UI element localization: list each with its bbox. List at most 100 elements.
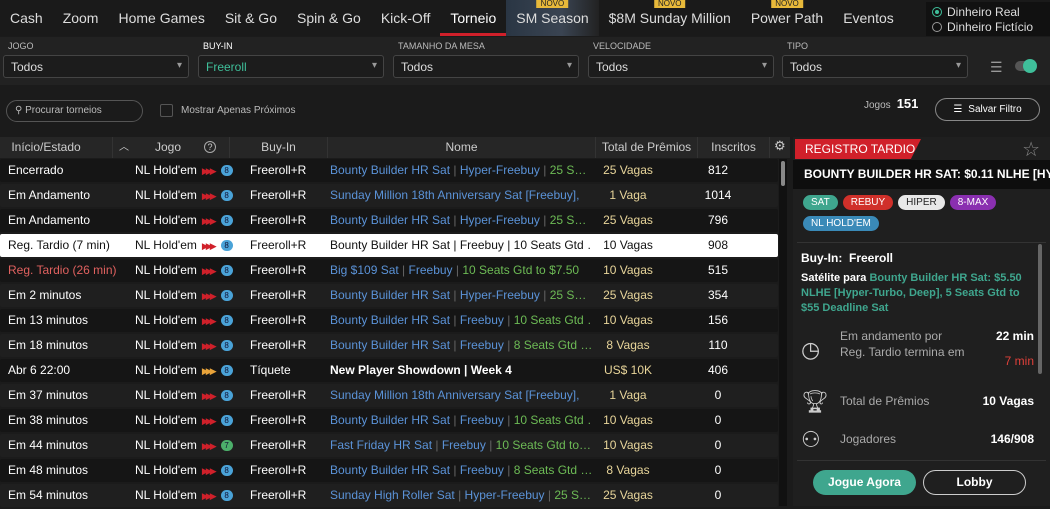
col-name[interactable]: Nome bbox=[328, 137, 596, 158]
table-row[interactable]: Reg. Tardio (7 min) NL Hold'em ▶▶▶ 8 Freerol… bbox=[0, 234, 778, 257]
table-header: Início/Estado ︿ Jogo? Buy-In Nome Total … bbox=[0, 137, 790, 158]
speed-filter-select[interactable]: Todos bbox=[588, 55, 774, 78]
table-size-filter-select[interactable]: Todos bbox=[393, 55, 579, 78]
table-size-badge: 8 bbox=[220, 415, 233, 426]
name-segment: 25 S… bbox=[549, 288, 587, 302]
filter-icon[interactable]: ☰ bbox=[990, 59, 1003, 76]
col-prize[interactable]: Total de Prêmios bbox=[596, 137, 698, 158]
name-cell[interactable]: New Player Showdown | Week 4 bbox=[330, 359, 592, 382]
sort-asc-icon[interactable]: ︿ bbox=[119, 137, 129, 158]
buyin-filter-select[interactable]: Freeroll bbox=[198, 55, 384, 78]
col-status[interactable]: Início/Estado bbox=[0, 137, 113, 158]
table-row[interactable]: Em 48 minutos NL Hold'em ▶▶▶ 8 Freeroll+R Bou… bbox=[0, 459, 778, 482]
table-row[interactable]: Em 2 minutos NL Hold'em ▶▶▶ 8 Freeroll+R Boun… bbox=[0, 284, 778, 307]
name-cell[interactable]: Sunday Million 18th Anniversary Sat [Fre… bbox=[330, 384, 592, 407]
name-cell[interactable]: Bounty Builder HR Sat | Freebuy | 10 Sea… bbox=[330, 409, 592, 432]
table-row[interactable]: Em 54 minutos NL Hold'em ▶▶▶ 8 Freeroll+R Sun… bbox=[0, 484, 778, 507]
name-cell[interactable]: Bounty Builder HR Sat | Hyper-Freebuy | … bbox=[330, 209, 592, 232]
game-cell: NL Hold'em ▶▶▶ 8 bbox=[135, 259, 233, 283]
col-game[interactable]: Jogo? bbox=[134, 137, 230, 158]
settings-gear-icon[interactable]: ⚙ bbox=[774, 138, 786, 154]
buyin-cell: Freeroll+R bbox=[250, 338, 307, 352]
status-cell: Em 13 minutos bbox=[8, 313, 89, 327]
name-segment: 25 S… bbox=[549, 213, 587, 227]
table-row[interactable]: Em 37 minutos NL Hold'em ▶▶▶ 8 Freeroll+R Sun… bbox=[0, 384, 778, 407]
radio-label: Dinheiro Fictício bbox=[947, 19, 1034, 34]
table-row[interactable]: Em 44 minutos NL Hold'em ▶▶▶ 7 Freeroll+R Fas… bbox=[0, 434, 778, 457]
help-icon[interactable]: ? bbox=[204, 141, 216, 153]
tab-zoom[interactable]: Zoom bbox=[53, 0, 109, 36]
table-row[interactable]: Abr 6 22:00 NL Hold'em ▶▶▶ 8 Tíquete New Play… bbox=[0, 359, 778, 382]
game-name: NL Hold'em bbox=[135, 313, 197, 327]
status-cell: Em 37 minutos bbox=[8, 388, 89, 402]
name-segment: | bbox=[452, 263, 463, 277]
game-filter-select[interactable]: Todos bbox=[3, 55, 189, 78]
name-cell[interactable]: Big $109 Sat | Freebuy | 10 Seats Gtd to… bbox=[330, 259, 592, 282]
divider bbox=[797, 460, 1046, 461]
search-input[interactable]: ⚲ Procurar torneios bbox=[6, 100, 143, 122]
radio-play-money[interactable]: Dinheiro Fictício bbox=[932, 19, 1044, 34]
game-name: NL Hold'em bbox=[135, 263, 197, 277]
speed-arrows-icon: ▶▶▶ bbox=[201, 166, 217, 176]
table-row[interactable]: Em 38 minutos NL Hold'em ▶▶▶ 8 Freeroll+R Bou… bbox=[0, 409, 778, 432]
show-next-checkbox[interactable]: Mostrar Apenas Próximos bbox=[160, 104, 296, 117]
prize-cell: 10 Vagas bbox=[603, 313, 653, 327]
table-row[interactable]: Em 13 minutos NL Hold'em ▶▶▶ 8 Freeroll+R Bou… bbox=[0, 309, 778, 332]
name-segment: Bounty Builder HR Sat bbox=[330, 163, 451, 177]
game-name: NL Hold'em bbox=[135, 338, 197, 352]
tab-sm-season[interactable]: SM Season NOVO bbox=[506, 0, 599, 36]
favorite-star-icon[interactable]: ☆ bbox=[1022, 137, 1040, 162]
name-segment: Hyper-Freebuy bbox=[459, 163, 540, 177]
filter-label: TAMANHO DA MESA bbox=[398, 41, 485, 51]
table-size-badge: 8 bbox=[220, 265, 233, 276]
status-cell: Em 38 minutos bbox=[8, 413, 89, 427]
table-row[interactable]: Em 18 minutos NL Hold'em ▶▶▶ 8 Freeroll+R Bou… bbox=[0, 334, 778, 357]
tab-eventos[interactable]: Eventos bbox=[833, 0, 904, 36]
name-segment: Bounty Builder HR Sat bbox=[330, 213, 451, 227]
tab-cash[interactable]: Cash bbox=[0, 0, 53, 36]
col-entries[interactable]: Inscritos bbox=[698, 137, 770, 158]
name-cell[interactable]: Bounty Builder HR Sat | Freebuy | 8 Seat… bbox=[330, 334, 592, 357]
filter-toggle[interactable] bbox=[1015, 59, 1037, 73]
name-cell[interactable]: Sunday High Roller Sat | Hyper-Freebuy |… bbox=[330, 484, 592, 507]
radio-real-money[interactable]: Dinheiro Real bbox=[932, 4, 1044, 19]
lobby-button[interactable]: Lobby bbox=[923, 470, 1026, 495]
name-segment: Hyper-Freebuy bbox=[459, 213, 540, 227]
table-scrollbar[interactable] bbox=[779, 159, 787, 506]
tab-power-path[interactable]: Power Path NOVO bbox=[741, 0, 833, 36]
name-cell[interactable]: Bounty Builder HR Sat | Freebuy | 10 Sea… bbox=[330, 309, 592, 332]
buyin-cell: Freeroll+R bbox=[250, 438, 307, 452]
tab-spin-go[interactable]: Spin & Go bbox=[287, 0, 371, 36]
buyin-cell: Freeroll+R bbox=[250, 163, 307, 177]
name-segment: 25 S… bbox=[554, 488, 592, 502]
table-row[interactable]: Em Andamento NL Hold'em ▶▶▶ 8 Freeroll+R Sund… bbox=[0, 184, 778, 207]
money-mode-group: Dinheiro Real Dinheiro Fictício bbox=[926, 2, 1050, 36]
game-cell: NL Hold'em ▶▶▶ 8 bbox=[135, 209, 233, 233]
tab-home-games[interactable]: Home Games bbox=[108, 0, 214, 36]
type-filter-select[interactable]: Todos bbox=[782, 55, 968, 78]
prize-label: Total de Prêmios bbox=[840, 394, 930, 408]
name-segment: Sunday Million 18th Anniversary Sat [Fre… bbox=[330, 388, 580, 402]
save-filter-button[interactable]: ☰ Salvar Filtro bbox=[935, 98, 1040, 121]
play-now-button[interactable]: Jogue Agora bbox=[813, 470, 916, 495]
name-cell[interactable]: Bounty Builder HR Sat | Freebuy | 8 Seat… bbox=[330, 459, 592, 482]
tab-sit-go[interactable]: Sit & Go bbox=[215, 0, 287, 36]
name-cell[interactable]: Bounty Builder HR Sat | Freebuy | 10 Sea… bbox=[330, 234, 592, 257]
buyin-cell: Freeroll+R bbox=[250, 413, 307, 427]
table-row[interactable]: Encerrado NL Hold'em ▶▶▶ 8 Freeroll+R Bounty … bbox=[0, 159, 778, 182]
col-buyin[interactable]: Buy-In bbox=[230, 137, 328, 158]
table-row[interactable]: Reg. Tardio (26 min) NL Hold'em ▶▶▶ 8 Freero… bbox=[0, 259, 778, 282]
name-segment: Hyper-Freebuy bbox=[464, 488, 545, 502]
game-name: NL Hold'em bbox=[135, 288, 197, 302]
name-cell[interactable]: Bounty Builder HR Sat | Hyper-Freebuy | … bbox=[330, 284, 592, 307]
tab-kick-off[interactable]: Kick-Off bbox=[371, 0, 441, 36]
panel-scrollbar[interactable] bbox=[1038, 244, 1042, 374]
name-cell[interactable]: Fast Friday HR Sat | Freebuy | 10 Seats … bbox=[330, 434, 592, 457]
table-row[interactable]: Em Andamento NL Hold'em ▶▶▶ 8 Freeroll+R Boun… bbox=[0, 209, 778, 232]
table-size-badge: 8 bbox=[220, 465, 233, 476]
search-placeholder: Procurar torneios bbox=[25, 105, 102, 116]
name-cell[interactable]: Sunday Million 18th Anniversary Sat [Fre… bbox=[330, 184, 592, 207]
tab-torneio[interactable]: Torneio bbox=[440, 0, 507, 36]
tab--8m-sunday-million[interactable]: $8M Sunday Million NOVO bbox=[599, 0, 741, 36]
name-cell[interactable]: Bounty Builder HR Sat | Hyper-Freebuy | … bbox=[330, 159, 592, 182]
